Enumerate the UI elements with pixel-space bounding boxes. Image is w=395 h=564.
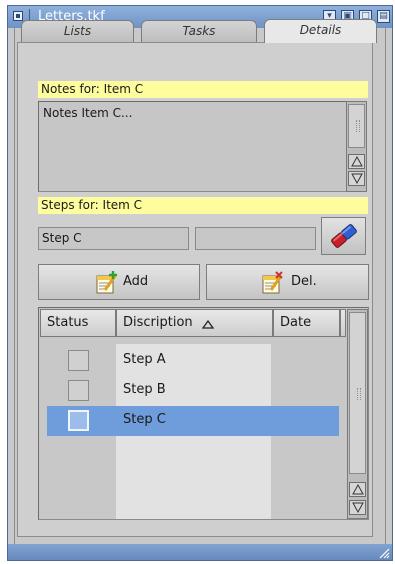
notepad-delete-icon xyxy=(262,271,283,294)
column-header-description[interactable]: Discription xyxy=(116,309,273,337)
resize-grip-icon[interactable] xyxy=(378,547,390,559)
status-checkbox[interactable] xyxy=(68,380,89,401)
column-header-filler xyxy=(340,309,346,337)
delete-step-button[interactable]: Del. xyxy=(206,264,369,300)
depth-icon[interactable]: ▤ xyxy=(377,10,390,23)
tab-tasks[interactable]: Tasks xyxy=(141,20,257,42)
notes-label: Notes for: Item C xyxy=(38,81,368,98)
eraser-icon xyxy=(331,224,357,248)
column-header-date[interactable]: Date xyxy=(273,309,340,337)
table-row[interactable]: Step A xyxy=(47,346,339,376)
add-step-button[interactable]: Add xyxy=(38,264,200,300)
arrow-up-icon[interactable] xyxy=(349,482,366,497)
arrow-up-icon[interactable] xyxy=(348,154,365,169)
add-step-label: Add xyxy=(123,274,149,289)
step-secondary-input[interactable] xyxy=(195,227,316,250)
status-checkbox[interactable] xyxy=(68,410,89,431)
table-row[interactable]: Step B xyxy=(47,376,339,406)
date-header-label: Date xyxy=(280,315,312,330)
arrow-down-icon[interactable] xyxy=(349,500,366,515)
table-row-selected[interactable]: Step C xyxy=(47,406,339,436)
table-body: Step A Step B Step C xyxy=(40,338,346,519)
clear-button[interactable] xyxy=(321,217,366,255)
step-description: Step B xyxy=(123,382,166,397)
sort-ascending-icon xyxy=(202,320,214,329)
status-checkbox[interactable] xyxy=(68,350,89,371)
column-header-status[interactable]: Status xyxy=(40,309,116,337)
tab-bar: Lists Tasks Details xyxy=(17,19,377,43)
notes-scrollbar[interactable] xyxy=(346,101,367,192)
tab-details[interactable]: Details xyxy=(264,19,377,43)
table-header: Status Discription Date xyxy=(40,309,346,337)
arrow-down-icon[interactable] xyxy=(348,171,365,186)
steps-label: Steps for: Item C xyxy=(38,197,368,214)
step-description: Step C xyxy=(123,412,166,427)
table-scroll-thumb[interactable] xyxy=(349,312,366,474)
table-scrollbar[interactable] xyxy=(347,309,368,519)
notes-textarea[interactable]: Notes Item C... xyxy=(38,101,347,192)
steps-table: Status Discription Date Step A Step B St… xyxy=(38,307,369,520)
status-header-label: Status xyxy=(47,315,89,330)
delete-step-label: Del. xyxy=(291,274,317,289)
notes-text: Notes Item C... xyxy=(43,106,133,120)
status-bar xyxy=(8,544,392,560)
description-header-label: Discription xyxy=(123,315,193,330)
tab-lists[interactable]: Lists xyxy=(21,20,134,42)
step-input[interactable]: Step C xyxy=(38,227,189,250)
notepad-add-icon xyxy=(96,271,117,294)
notes-scroll-thumb[interactable] xyxy=(348,104,365,148)
step-description: Step A xyxy=(123,352,166,367)
